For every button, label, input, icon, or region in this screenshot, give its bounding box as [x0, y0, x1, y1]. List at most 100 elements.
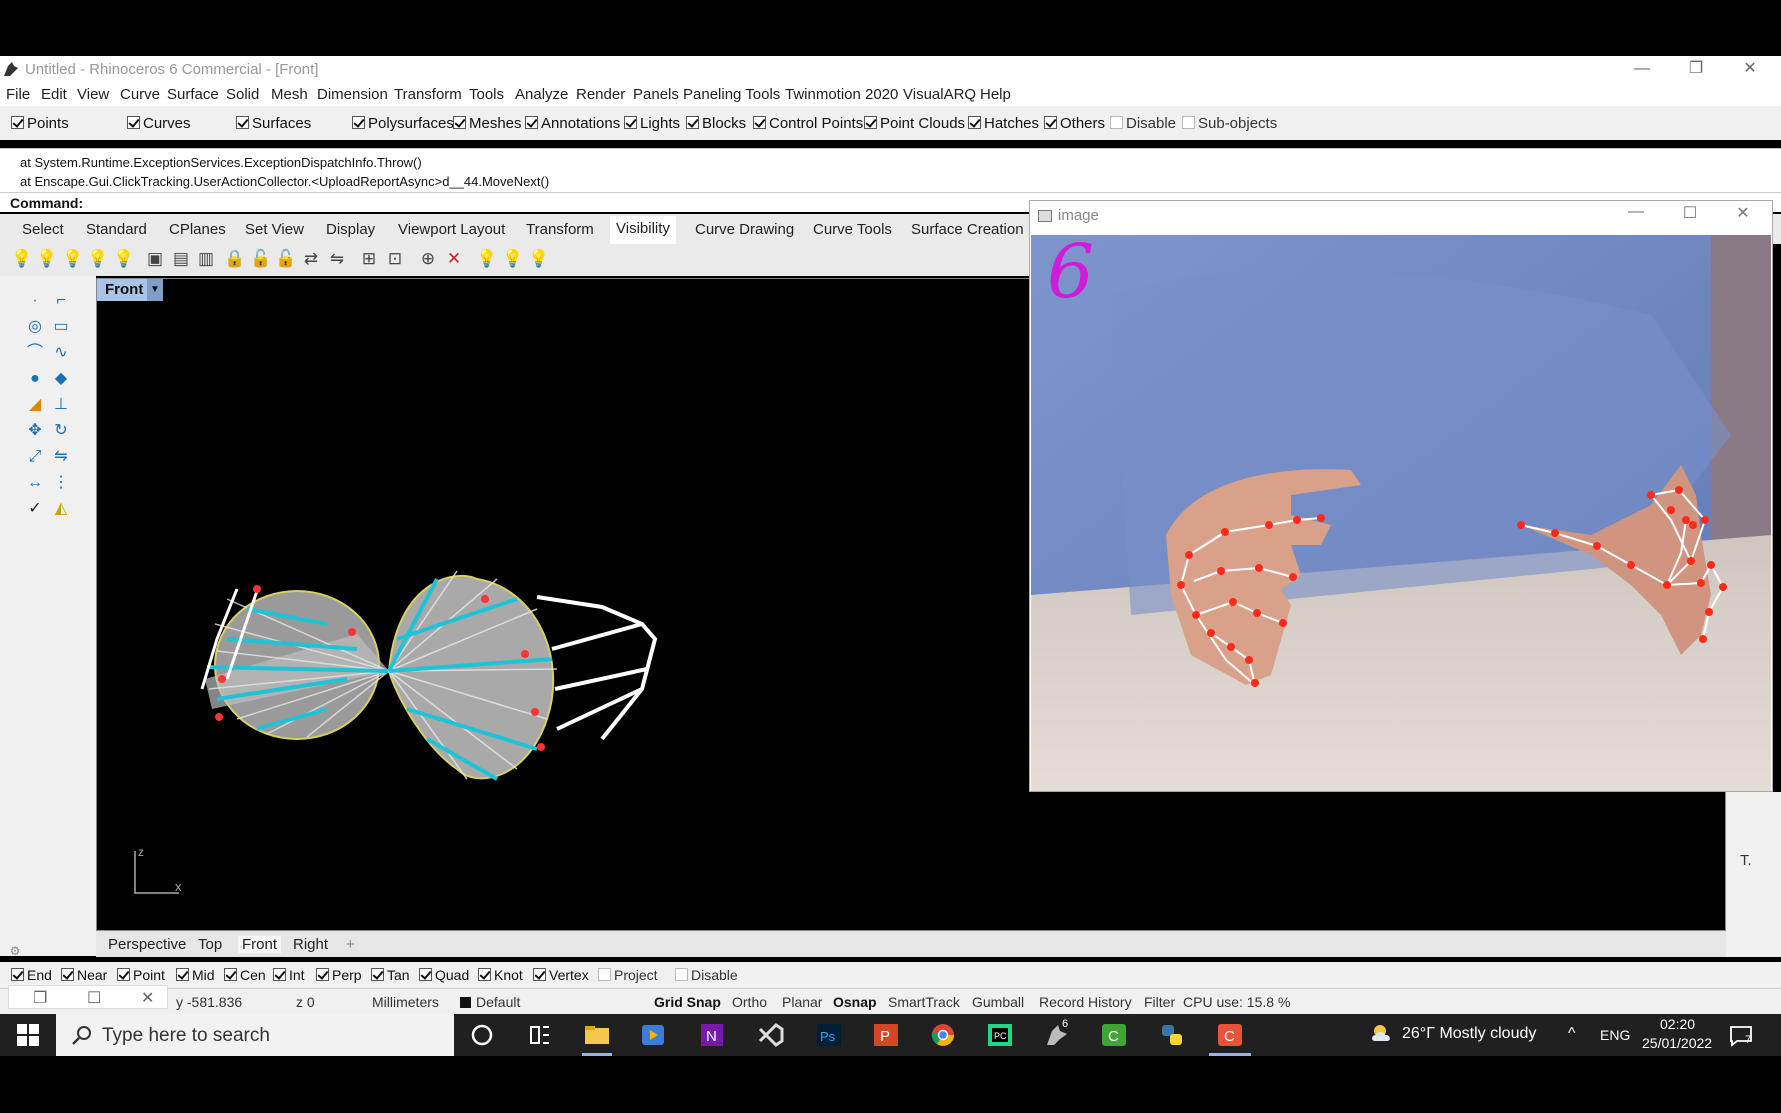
tab-visibility[interactable]: Visibility: [610, 216, 676, 244]
menu-twinmotion[interactable]: Twinmotion 2020: [785, 86, 898, 103]
arc-icon[interactable]: ⌒: [24, 342, 46, 364]
menu-render[interactable]: Render: [576, 86, 625, 103]
checkbox[interactable]: [533, 968, 546, 981]
pycharm-icon[interactable]: PC: [985, 1021, 1015, 1049]
circle-icon[interactable]: ◎: [24, 316, 46, 338]
filter-control-points[interactable]: Control Points: [753, 115, 863, 132]
planar-toggle[interactable]: Planar: [782, 994, 822, 1010]
show-selected-icon[interactable]: ▤: [171, 248, 191, 270]
select-crop-icon[interactable]: ⊡: [385, 248, 405, 270]
menu-paneling-tools[interactable]: Paneling Tools: [683, 86, 780, 103]
checkbox[interactable]: [675, 968, 688, 981]
menu-tools[interactable]: Tools: [469, 86, 504, 103]
check-icon[interactable]: ✓: [24, 498, 46, 520]
swap-hidden-icon[interactable]: ⇋: [327, 248, 347, 270]
checkbox[interactable]: [453, 116, 466, 129]
menu-dimension[interactable]: Dimension: [317, 86, 388, 103]
menu-edit[interactable]: Edit: [41, 86, 67, 103]
checkbox[interactable]: [525, 116, 538, 129]
delete-icon[interactable]: ✕: [444, 248, 464, 270]
checkbox[interactable]: [11, 116, 24, 129]
osnap-knot[interactable]: Knot: [478, 967, 523, 983]
menu-file[interactable]: File: [6, 86, 30, 103]
camtasia-recorder-icon[interactable]: C: [1215, 1021, 1245, 1049]
swap-icon[interactable]: ⇄: [301, 248, 321, 270]
tab-curve-tools[interactable]: Curve Tools: [813, 221, 892, 238]
grid-snap-toggle[interactable]: Grid Snap: [654, 994, 721, 1010]
lock-icon[interactable]: 🔒: [224, 248, 245, 270]
viewport-dropdown-icon[interactable]: ▼: [147, 279, 163, 301]
osnap-mid[interactable]: Mid: [176, 967, 215, 983]
filter-meshes[interactable]: Meshes: [453, 115, 522, 132]
checkbox[interactable]: [236, 116, 249, 129]
point-icon[interactable]: ·: [24, 290, 46, 312]
checkbox[interactable]: [117, 968, 130, 981]
filter-hatches[interactable]: Hatches: [968, 115, 1039, 132]
ortho-toggle[interactable]: Ortho: [732, 994, 767, 1010]
bulb-icon[interactable]: 💡: [476, 248, 497, 270]
photoshop-icon[interactable]: Ps: [814, 1021, 844, 1049]
tab-viewport-layout[interactable]: Viewport Layout: [398, 221, 505, 238]
osnap-tan[interactable]: Tan: [371, 967, 410, 983]
python-icon[interactable]: [1157, 1021, 1187, 1049]
tab-surface-creation[interactable]: Surface Creation: [911, 221, 1024, 238]
checkbox[interactable]: [1044, 116, 1057, 129]
osnap-project[interactable]: Project: [598, 967, 658, 983]
bulb-icon[interactable]: 💡: [113, 248, 134, 270]
camtasia-icon[interactable]: C: [1099, 1021, 1129, 1049]
checkbox[interactable]: [419, 968, 432, 981]
extrude-icon[interactable]: ◢: [24, 394, 46, 416]
filter-sub-objects[interactable]: Sub-objects: [1182, 115, 1277, 132]
checkbox[interactable]: [176, 968, 189, 981]
osnap-point[interactable]: Point: [117, 967, 165, 983]
mini-close-icon[interactable]: ✕: [141, 988, 154, 1008]
menu-view[interactable]: View: [77, 86, 109, 103]
checkbox[interactable]: [273, 968, 286, 981]
checkbox[interactable]: [127, 116, 140, 129]
checkbox[interactable]: [61, 968, 74, 981]
filter-others[interactable]: Others: [1044, 115, 1105, 132]
windows-start-icon[interactable]: [16, 1023, 40, 1047]
bulb-icon[interactable]: 💡: [11, 248, 32, 270]
checkbox[interactable]: [316, 968, 329, 981]
command-history[interactable]: at System.Runtime.ExceptionServices.Exce…: [0, 148, 1781, 192]
gumball-toggle[interactable]: Gumball: [972, 994, 1024, 1010]
rotate-icon[interactable]: ↻: [50, 420, 72, 442]
checkbox[interactable]: [371, 968, 384, 981]
tray-expand-icon[interactable]: ^: [1568, 1025, 1576, 1043]
hide-icon[interactable]: ▥: [196, 248, 216, 270]
vptab-right[interactable]: Right: [293, 936, 328, 953]
visual-studio-icon[interactable]: [756, 1021, 786, 1049]
checkbox[interactable]: [968, 116, 981, 129]
filter-lights[interactable]: Lights: [624, 115, 680, 132]
rectangle-icon[interactable]: ▭: [50, 316, 72, 338]
osnap-vertex[interactable]: Vertex: [533, 967, 589, 983]
checkbox[interactable]: [11, 968, 24, 981]
osnap-quad[interactable]: Quad: [419, 967, 469, 983]
checkbox[interactable]: [1110, 116, 1123, 129]
unlock-selected-icon[interactable]: 🔓: [275, 248, 296, 270]
cortana-icon[interactable]: [467, 1021, 497, 1049]
vptab-front[interactable]: Front: [238, 936, 282, 953]
filter-toggle[interactable]: Filter: [1144, 994, 1175, 1010]
mini-maximize-icon[interactable]: ☐: [87, 988, 101, 1008]
filter-point-clouds[interactable]: Point Clouds: [864, 115, 965, 132]
clock-date[interactable]: 25/01/2022: [1642, 1035, 1712, 1051]
filter-disable[interactable]: Disable: [1110, 115, 1176, 132]
bulb-icon[interactable]: 💡: [528, 248, 549, 270]
osnap-int[interactable]: Int: [273, 967, 305, 983]
clock-time[interactable]: 02:20: [1660, 1016, 1695, 1032]
scale-icon[interactable]: ⤢: [24, 446, 46, 468]
split-icon[interactable]: ⊥: [50, 394, 72, 416]
unlock-icon[interactable]: 🔓: [250, 248, 271, 270]
sphere-icon[interactable]: ●: [24, 368, 46, 390]
render-icon[interactable]: ◭: [50, 498, 72, 520]
tab-select[interactable]: Select: [22, 221, 64, 238]
menu-panels[interactable]: Panels: [633, 86, 679, 103]
minimize-button[interactable]: —: [1617, 56, 1667, 82]
file-explorer-icon[interactable]: [582, 1021, 612, 1049]
menu-solid[interactable]: Solid: [226, 86, 259, 103]
osnap-cen[interactable]: Cen: [224, 967, 266, 983]
filter-curves[interactable]: Curves: [127, 115, 191, 132]
filter-polysurfaces[interactable]: Polysurfaces: [352, 115, 454, 132]
